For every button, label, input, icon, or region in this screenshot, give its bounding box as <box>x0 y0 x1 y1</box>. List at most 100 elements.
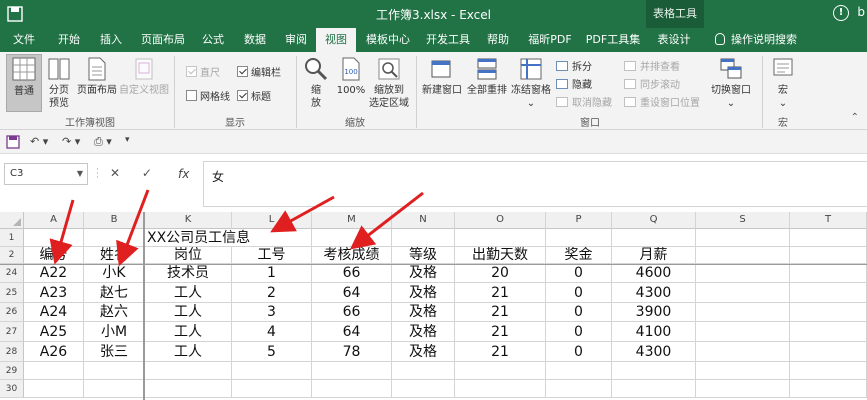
select-all-corner[interactable] <box>0 212 24 229</box>
cell-a24[interactable]: A22 <box>24 264 84 283</box>
cell-k1[interactable]: XX公司员工信息 <box>145 229 250 247</box>
warning-icon[interactable]: ! <box>833 5 849 21</box>
cell-m25[interactable]: 64 <box>312 283 392 303</box>
reset-window-position-button[interactable]: 重设窗口位置 <box>624 94 700 109</box>
split-button[interactable]: 拆分 <box>556 58 592 73</box>
freeze-panes-button[interactable]: 冻结窗格 ⌄ <box>509 56 553 114</box>
tab-insert[interactable]: 插入 <box>92 28 130 52</box>
cell-t25[interactable] <box>790 283 867 303</box>
cell-t26[interactable] <box>790 303 867 322</box>
cell-q25[interactable]: 4300 <box>612 283 696 303</box>
cell-a25[interactable]: A23 <box>24 283 84 303</box>
cell-p25[interactable]: 0 <box>546 283 612 303</box>
cell-l28[interactable]: 5 <box>232 342 312 362</box>
zoom-100-button[interactable]: 100 100% <box>334 56 368 114</box>
cell-a28[interactable]: A26 <box>24 342 84 362</box>
cell-l25[interactable]: 2 <box>232 283 312 303</box>
cell-p26[interactable]: 0 <box>546 303 612 322</box>
cell-m24[interactable]: 66 <box>312 264 392 283</box>
cell-s27[interactable] <box>696 322 790 342</box>
enter-icon[interactable]: ✓ <box>142 166 152 180</box>
tab-pdf-tools[interactable]: PDF工具集 <box>584 28 642 52</box>
cell-s2[interactable] <box>696 247 790 264</box>
cell-s28[interactable] <box>696 342 790 362</box>
tab-home[interactable]: 开始 <box>50 28 88 52</box>
row-header-25[interactable]: 25 <box>0 283 24 303</box>
row-header-1[interactable]: 1 <box>0 229 24 247</box>
column-header-m[interactable]: M <box>312 212 392 229</box>
cell-m27[interactable]: 64 <box>312 322 392 342</box>
tab-file[interactable]: 文件 <box>4 28 44 52</box>
cell-o30[interactable] <box>455 380 546 398</box>
cell-t29[interactable] <box>790 362 867 380</box>
cell-s1[interactable] <box>696 229 790 247</box>
sync-scroll-button[interactable]: 同步滚动 <box>624 76 680 91</box>
name-box[interactable]: C3 ▼ <box>4 163 88 185</box>
cell-p30[interactable] <box>546 380 612 398</box>
cell-s26[interactable] <box>696 303 790 322</box>
formula-input[interactable]: 女 <box>203 161 867 207</box>
row-header-28[interactable]: 28 <box>0 342 24 362</box>
tab-template-center[interactable]: 模板中心 <box>360 28 416 52</box>
cell-k27[interactable]: 工人 <box>145 322 232 342</box>
undo-icon[interactable]: ↶ ▾ <box>30 135 48 148</box>
cell-n29[interactable] <box>392 362 455 380</box>
ruler-checkbox[interactable]: 直尺 <box>186 64 220 79</box>
arrange-all-button[interactable]: 全部重排 <box>465 56 509 114</box>
cell-m30[interactable] <box>312 380 392 398</box>
cell-n1[interactable] <box>392 229 455 247</box>
cell-t2[interactable] <box>790 247 867 264</box>
cell-b28[interactable]: 张三 <box>84 342 145 362</box>
cell-t27[interactable] <box>790 322 867 342</box>
worksheet-grid[interactable]: A B K L M N O P Q S T 1 XX公司员工信息 2 编号 姓名 岗位 工号 考核成绩 等级 出勤天数奖… <box>0 212 867 400</box>
cell-q27[interactable]: 4100 <box>612 322 696 342</box>
cell-k26[interactable]: 工人 <box>145 303 232 322</box>
column-header-s[interactable]: S <box>696 212 790 229</box>
cell-s25[interactable] <box>696 283 790 303</box>
cell-l24[interactable]: 1 <box>232 264 312 283</box>
user-initial[interactable]: b <box>857 5 865 19</box>
column-header-q[interactable]: Q <box>612 212 696 229</box>
cell-o28[interactable]: 21 <box>455 342 546 362</box>
cell-s24[interactable] <box>696 264 790 283</box>
cell-o29[interactable] <box>455 362 546 380</box>
insert-function-icon[interactable]: fx <box>178 167 189 181</box>
cell-o27[interactable]: 21 <box>455 322 546 342</box>
tab-help[interactable]: 帮助 <box>480 28 516 52</box>
cell-n26[interactable]: 及格 <box>392 303 455 322</box>
collapse-ribbon-icon[interactable]: ⌃ <box>851 112 859 123</box>
cell-q29[interactable] <box>612 362 696 380</box>
cell-t28[interactable] <box>790 342 867 362</box>
customize-qat-icon[interactable]: ▾ <box>125 135 130 145</box>
cell-b2[interactable]: 姓名 <box>84 247 145 264</box>
cell-b29[interactable] <box>84 362 145 380</box>
row-header-29[interactable]: 29 <box>0 362 24 380</box>
tell-me-search[interactable]: 操作说明搜索 <box>708 28 804 52</box>
cell-n2[interactable]: 等级 <box>392 247 455 264</box>
cell-m29[interactable] <box>312 362 392 380</box>
cell-k24[interactable]: 技术员 <box>145 264 232 283</box>
cell-k29[interactable] <box>145 362 232 380</box>
tab-view[interactable]: 视图 <box>316 28 356 52</box>
normal-view-button[interactable]: 普通 <box>6 54 42 112</box>
tab-page-layout[interactable]: 页面布局 <box>134 28 192 52</box>
cell-q1[interactable] <box>612 229 696 247</box>
cell-p29[interactable] <box>546 362 612 380</box>
unhide-button[interactable]: 取消隐藏 <box>556 94 612 109</box>
cell-b30[interactable] <box>84 380 145 398</box>
formula-bar-checkbox[interactable]: 编辑栏 <box>237 64 281 79</box>
page-layout-view-button[interactable]: 页面布局 <box>75 56 119 114</box>
cell-l30[interactable] <box>232 380 312 398</box>
cell-q2[interactable]: 月薪 <box>612 247 696 264</box>
cell-p28[interactable]: 0 <box>546 342 612 362</box>
save-icon[interactable] <box>6 135 20 149</box>
cell-o26[interactable]: 21 <box>455 303 546 322</box>
column-header-l[interactable]: L <box>232 212 312 229</box>
column-header-p[interactable]: P <box>546 212 612 229</box>
cell-b1[interactable] <box>84 229 145 247</box>
zoom-button[interactable]: 缩 放 <box>300 56 332 114</box>
cell-q26[interactable]: 3900 <box>612 303 696 322</box>
gridlines-checkbox[interactable]: 网格线 <box>186 88 230 103</box>
tab-formulas[interactable]: 公式 <box>196 28 230 52</box>
cell-t1[interactable] <box>790 229 867 247</box>
